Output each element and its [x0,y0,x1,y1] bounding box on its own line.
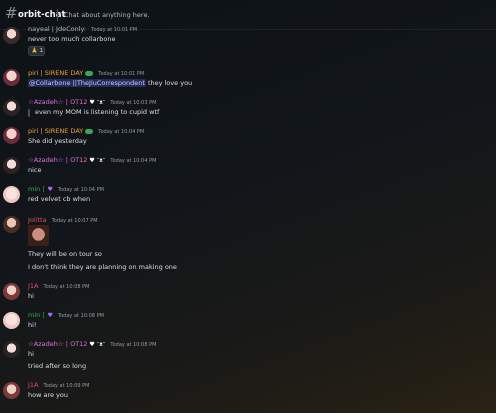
blockquote-bar [28,109,30,117]
purple-heart-icon: ♥ [47,312,53,319]
message-timestamp: Today at 10:09 PM [43,383,90,389]
message-text: even my MOM is listening to cupid wtf [35,108,160,116]
message-text: how are you [28,391,68,399]
message-author[interactable]: min | ♥ Today at 10:08 PM [28,311,104,319]
message-author[interactable]: J1A Today at 10:09 PM [28,381,90,389]
message-text: hi! [28,321,37,329]
message-author[interactable]: piri | SIRENE DAY Today at 10:04 PM [28,127,144,135]
cat-icon: ᵔᴥᵔ [96,341,106,348]
message-timestamp: Today at 10:03 PM [110,100,157,106]
member-badge-icon [85,70,94,76]
avatar[interactable] [3,312,20,329]
header-divider [57,9,58,21]
avatar[interactable] [3,157,20,174]
user-mention[interactable]: @Collarbone ||TheJiuCorrespondent [28,79,146,87]
message-timestamp: Today at 10:08 PM [110,342,157,348]
avatar[interactable] [3,216,20,233]
message-text: tried after so long [28,362,87,370]
reaction-count: 1 [39,48,44,54]
message-author[interactable]: piri | SIRENE DAY Today at 10:01 PM [28,69,144,77]
avatar[interactable] [3,382,20,399]
message-timestamp: Today at 10:04 PM [98,129,145,135]
heart-icon: ♥ [89,99,95,106]
message-timestamp: Today at 10:01 PM [91,27,138,33]
message-author[interactable]: nayeal | JdeConly: Today at 10:01 PM [28,25,137,33]
message-text: nice [28,166,42,174]
message-timestamp: Today at 10:08 PM [57,313,104,319]
message-timestamp: Today at 10:04 PM [110,158,157,164]
heart-icon: ♥ [89,157,95,164]
reaction-button[interactable]: 🙏 1 [28,46,45,56]
avatar[interactable] [3,69,20,86]
avatar[interactable] [3,27,20,44]
message-author[interactable]: Jolitta Today at 10:07 PM [28,216,98,224]
message-text: hi [28,350,34,358]
attached-image[interactable] [28,225,49,246]
message-author[interactable]: ☆Azadeh☆ | OT12 ♥ ᵔᴥᵔ Today at 10:08 PM [28,340,156,348]
message-timestamp: Today at 10:07 PM [51,218,98,224]
message-text: red velvet cb when [28,195,91,203]
channel-name[interactable]: orbit-chat [18,10,66,20]
message-author[interactable]: min | ♥ Today at 10:04 PM [28,185,104,193]
avatar[interactable] [3,186,20,203]
message-timestamp: Today at 10:01 PM [98,71,145,77]
message-text: They will be on tour so [28,250,102,258]
channel-topic[interactable]: Chat about anything here. [64,11,150,19]
message-timestamp: Today at 10:04 PM [57,187,104,193]
message-timestamp: Today at 10:08 PM [43,284,90,290]
heart-icon: ♥ [89,341,95,348]
message-author[interactable]: ☆Azadeh☆ | OT12 ♥ ᵔᴥᵔ Today at 10:04 PM [28,156,156,164]
message-author[interactable]: J1A Today at 10:08 PM [28,282,90,290]
avatar[interactable] [3,99,20,116]
message-text: hi [28,292,34,300]
message-text: I don't think they are planning on makin… [28,263,177,271]
message-text: She did yesterday [28,137,87,145]
cat-icon: ᵔᴥᵔ [96,99,106,106]
purple-heart-icon: ♥ [47,186,53,193]
message-text: @Collarbone ||TheJiuCorrespondent they l… [28,79,193,87]
message-text: never too much collarbone [28,35,116,43]
avatar[interactable] [3,127,20,144]
pray-emoji-icon: 🙏 [31,48,38,54]
avatar[interactable] [3,341,20,358]
channel-hash-icon: # [5,4,18,22]
cat-icon: ᵔᴥᵔ [96,157,106,164]
member-badge-icon [85,128,94,134]
avatar[interactable] [3,283,20,300]
message-author[interactable]: ☆Azadeh☆ | OT12 ♥ ᵔᴥᵔ Today at 10:03 PM [28,98,156,106]
